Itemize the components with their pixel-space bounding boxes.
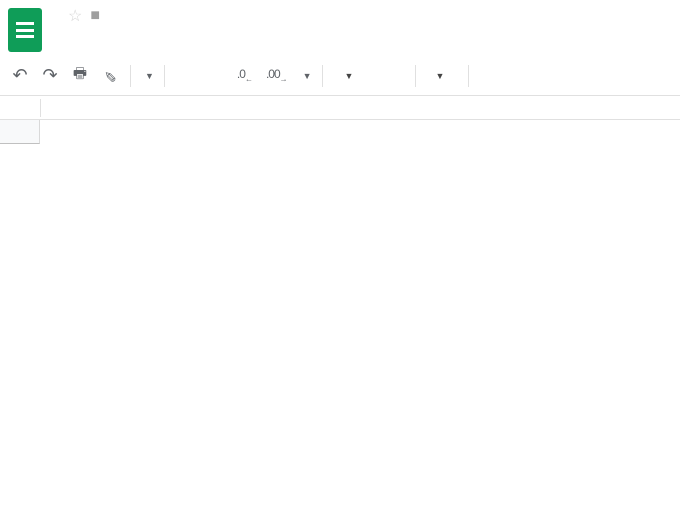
column-headers <box>40 120 680 144</box>
italic-button[interactable] <box>505 62 533 90</box>
decrease-decimal-button[interactable]: .0← <box>231 62 258 90</box>
separator <box>415 65 416 87</box>
separator <box>322 65 323 87</box>
formula-bar <box>0 96 680 120</box>
folder-icon[interactable]: ■ <box>90 7 100 25</box>
paint-format-button[interactable] <box>96 62 124 90</box>
menu-view[interactable] <box>88 30 100 38</box>
chevron-down-icon: ▼ <box>345 71 354 81</box>
select-all-corner[interactable] <box>0 120 40 144</box>
strikethrough-button[interactable] <box>535 62 563 90</box>
document-title[interactable] <box>52 14 60 18</box>
menu-tools[interactable] <box>160 30 172 38</box>
separator <box>468 65 469 87</box>
separator <box>40 99 41 117</box>
menu-bar <box>52 26 208 38</box>
menu-addons[interactable] <box>178 30 190 38</box>
menu-edit[interactable] <box>70 30 82 38</box>
redo-button[interactable] <box>36 62 64 90</box>
menu-file[interactable] <box>52 30 64 38</box>
menu-insert[interactable] <box>106 30 118 38</box>
separator <box>130 65 131 87</box>
bold-button[interactable] <box>475 62 503 90</box>
font-select[interactable]: ▼ <box>329 71 409 81</box>
menu-format[interactable] <box>124 30 136 38</box>
app-header: ☆ ■ <box>0 0 680 52</box>
separator <box>164 65 165 87</box>
undo-button[interactable] <box>6 62 34 90</box>
font-size-select[interactable]: ▼ <box>422 71 462 81</box>
percent-button[interactable] <box>201 62 229 90</box>
app-logo[interactable] <box>8 6 42 52</box>
paint-format-icon <box>104 67 117 85</box>
print-icon <box>73 63 87 88</box>
menu-help[interactable] <box>196 30 208 38</box>
spreadsheet-grid <box>0 120 680 500</box>
toolbar: ▼ .0← .00→ ▼ ▼ ▼ <box>0 56 680 96</box>
star-icon[interactable]: ☆ <box>68 6 82 26</box>
zoom-select[interactable]: ▼ <box>137 71 158 81</box>
more-formats-button[interactable]: ▼ <box>295 71 316 81</box>
undo-icon <box>12 65 27 86</box>
chevron-down-icon: ▼ <box>303 71 312 81</box>
increase-decimal-icon: .00→ <box>266 67 287 83</box>
chevron-down-icon: ▼ <box>436 71 445 81</box>
increase-decimal-button[interactable]: .00→ <box>260 62 293 90</box>
print-button[interactable] <box>66 62 94 90</box>
currency-button[interactable] <box>171 62 199 90</box>
redo-icon <box>42 65 57 86</box>
menu-data[interactable] <box>142 30 154 38</box>
chevron-down-icon: ▼ <box>145 71 154 81</box>
decrease-decimal-icon: .0← <box>237 67 252 83</box>
text-color-button[interactable] <box>565 62 593 90</box>
